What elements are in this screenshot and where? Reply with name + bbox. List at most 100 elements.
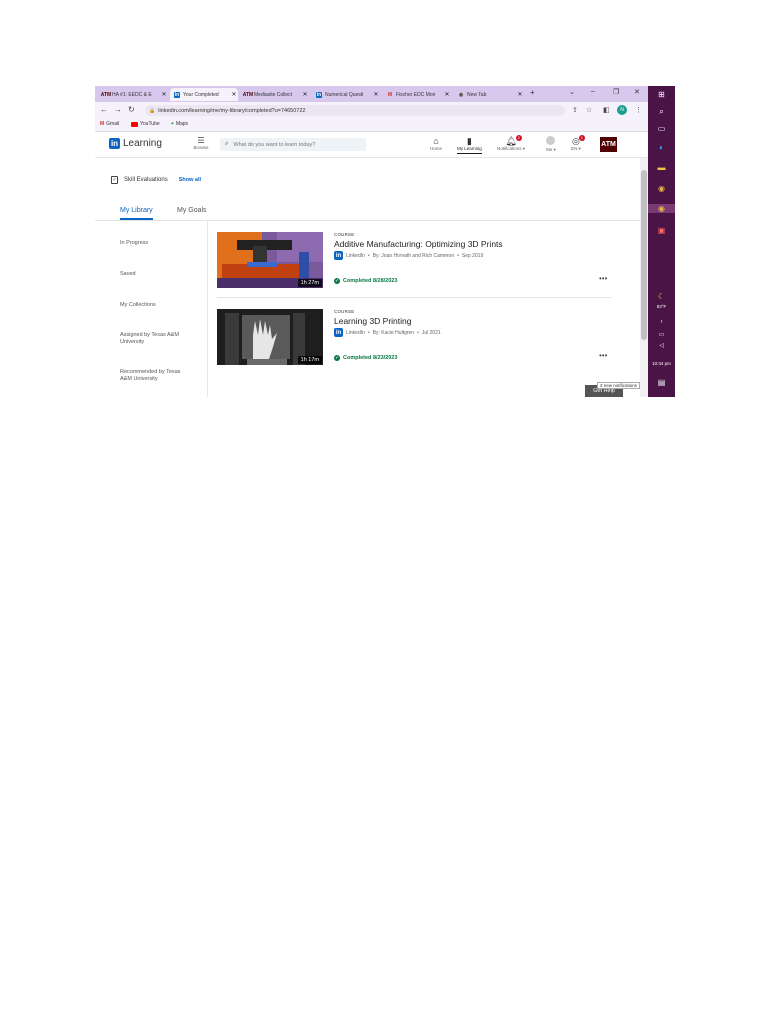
minimize-icon[interactable]: – (591, 88, 595, 95)
bookmark-gmail[interactable]: M Gmail (100, 121, 119, 127)
chrome-icon: ◉ (458, 91, 464, 98)
tab-label: HA #1: EEDC & E (112, 91, 152, 98)
course-card[interactable]: 1h 27m COURSE Additive Manufacturing: Op… (217, 232, 613, 297)
course-authors: By: Joan Horvath and Rich Cameron (372, 252, 455, 259)
avatar (546, 136, 556, 147)
tab-my-library[interactable]: My Library (120, 207, 153, 220)
sidebar-item-recommended[interactable]: Recommended by Texas A&M University (120, 369, 188, 383)
browser-tab-active[interactable]: in Your Completed ✕ (170, 88, 238, 101)
browser-tab[interactable]: in Numerical Questi ✕ (312, 88, 380, 101)
share-icon[interactable]: ⇪ (572, 106, 578, 114)
bookmark-label: Maps (175, 121, 189, 127)
sidebar-item-saved[interactable]: Saved (120, 271, 195, 278)
browse-label: Browse (193, 145, 209, 150)
tamu-icon: ATM (242, 91, 254, 98)
tab-label: Numerical Questi (325, 91, 364, 98)
more-options-icon[interactable]: ••• (599, 351, 607, 360)
browser-tab[interactable]: ATM HA #1: EEDC & E ✕ (99, 88, 168, 101)
profile-avatar[interactable]: N (617, 105, 627, 115)
lock-icon: 🔒 (149, 107, 156, 114)
search-icon[interactable]: ⌕ (648, 107, 675, 117)
clock-text: 10:34 pm (652, 361, 671, 366)
tab-my-goals[interactable]: My Goals (177, 207, 207, 218)
browser-tab[interactable]: ◉ New Tab ✕ (454, 88, 524, 101)
browser-tab[interactable]: M Fischer EDC Mon ✕ (383, 88, 451, 101)
bookmark-label: Gmail (106, 121, 120, 127)
kebab-menu-icon[interactable]: ⋮ (635, 106, 642, 114)
sidebar-item-assigned[interactable]: Assigned by Texas A&M University (120, 332, 180, 346)
tab-label: Mediasite Collect (254, 91, 293, 98)
url-text: linkedin.com/learning/me/my-library/comp… (158, 107, 306, 114)
course-thumbnail[interactable]: 1h 17m (217, 309, 323, 365)
windows-start-icon[interactable]: ⊞ (648, 90, 675, 99)
nav-notifications-label: Notifications ▾ (497, 146, 526, 151)
separator: • (417, 329, 419, 336)
close-icon[interactable]: ✕ (301, 91, 309, 98)
sidebar-item-in-progress[interactable]: In Progress (120, 240, 195, 247)
forward-arrow-icon[interactable]: → (114, 105, 122, 114)
completed-label: Completed 8/28/2023 (343, 278, 398, 284)
course-provider: LinkedIn (346, 329, 365, 336)
app-icon[interactable]: ▣ (648, 226, 675, 235)
bookmark-star-icon[interactable]: ☆ (586, 106, 592, 114)
file-explorer-icon[interactable]: ▬ (648, 163, 675, 172)
course-title[interactable]: Additive Manufacturing: Optimizing 3D Pr… (334, 239, 503, 249)
bookmark-youtube[interactable]: YouTube (131, 121, 160, 127)
nav-me[interactable]: Me ▾ (546, 136, 556, 153)
course-date: Sep 2019 (461, 252, 484, 259)
more-options-icon[interactable]: ••• (599, 274, 607, 283)
back-arrow-icon[interactable]: ← (100, 105, 108, 114)
close-icon[interactable]: ✕ (160, 91, 168, 98)
nav-notifications[interactable]: 🔔︎ 2 Notifications ▾ (497, 135, 526, 152)
scrollbar-thumb[interactable] (641, 170, 647, 340)
browse-button[interactable]: ☰ Browse (192, 137, 210, 151)
notification-center-icon[interactable]: ▤ (648, 378, 675, 387)
organization-logo[interactable]: ATM (600, 137, 617, 152)
new-tab-button[interactable]: + (530, 88, 535, 97)
maps-icon: ⌖ (171, 121, 174, 127)
chrome-icon[interactable]: ◉ (648, 184, 675, 193)
window-close-icon[interactable]: ✕ (634, 88, 640, 96)
notification-badge: 2 (515, 135, 522, 141)
show-all-link[interactable]: Show all (179, 177, 201, 183)
bookmarks-bar: M Gmail YouTube ⌖ Maps (95, 119, 648, 132)
books-icon: ▮ (466, 136, 472, 146)
sidebar-item-my-collections[interactable]: My Collections (120, 302, 195, 309)
course-thumbnail[interactable]: 1h 27m (217, 232, 323, 288)
tab-label: Fischer EDC Mon (396, 91, 436, 98)
nav-my-learning[interactable]: ▮ My Learning (457, 136, 482, 154)
scrollbar[interactable] (640, 158, 648, 397)
divider (217, 297, 612, 298)
nav-home[interactable]: ⌂ Home (430, 136, 442, 151)
close-icon[interactable]: ✕ (443, 91, 451, 98)
nav-language[interactable]: ◎ 1 EN ▾ (571, 135, 585, 152)
search-input[interactable]: ⌕ What do you want to learn today? (220, 138, 366, 151)
close-icon[interactable]: ✕ (372, 91, 380, 98)
linkedin-icon: in (316, 91, 322, 98)
restore-icon[interactable]: ❐ (613, 88, 619, 96)
check-circle-icon: ✓ (334, 355, 340, 361)
close-icon[interactable]: ✕ (516, 91, 524, 98)
linkedin-header: in Learning ☰ Browse ⌕ What do you want … (95, 132, 648, 158)
browser-tab[interactable]: ATM Mediasite Collect ✕ (241, 88, 309, 101)
network-volume-icon[interactable]: ◁ (648, 342, 675, 349)
reload-icon[interactable]: ↻ (128, 105, 135, 114)
sidepanel-icon[interactable]: ◧ (603, 106, 610, 114)
address-bar[interactable]: 🔒 linkedin.com/learning/me/my-library/co… (145, 105, 565, 116)
linkedin-learning-logo[interactable]: in Learning (109, 138, 162, 149)
notifications-tooltip: 3 new notifications (597, 382, 641, 389)
edge-icon[interactable]: ◐ (648, 143, 675, 152)
course-title[interactable]: Learning 3D Printing (334, 316, 412, 326)
logo-text: Learning (123, 138, 162, 149)
completed-status: ✓ Completed 8/28/2023 (334, 278, 397, 284)
task-view-icon[interactable]: ▭ (648, 124, 675, 133)
bookmark-maps[interactable]: ⌖ Maps (171, 121, 188, 127)
course-type: COURSE (334, 309, 355, 314)
close-icon[interactable]: ✕ (230, 91, 238, 98)
battery-icon[interactable]: ▭ (648, 331, 675, 338)
chevron-up-icon[interactable]: ‹ (648, 319, 675, 325)
tab-search-icon[interactable]: ⌄ (569, 88, 575, 96)
chrome-active-icon[interactable]: ◉ (648, 204, 675, 213)
course-card[interactable]: 1h 17m COURSE Learning 3D Printing in Li… (217, 309, 613, 374)
gmail-icon: M (387, 91, 393, 98)
